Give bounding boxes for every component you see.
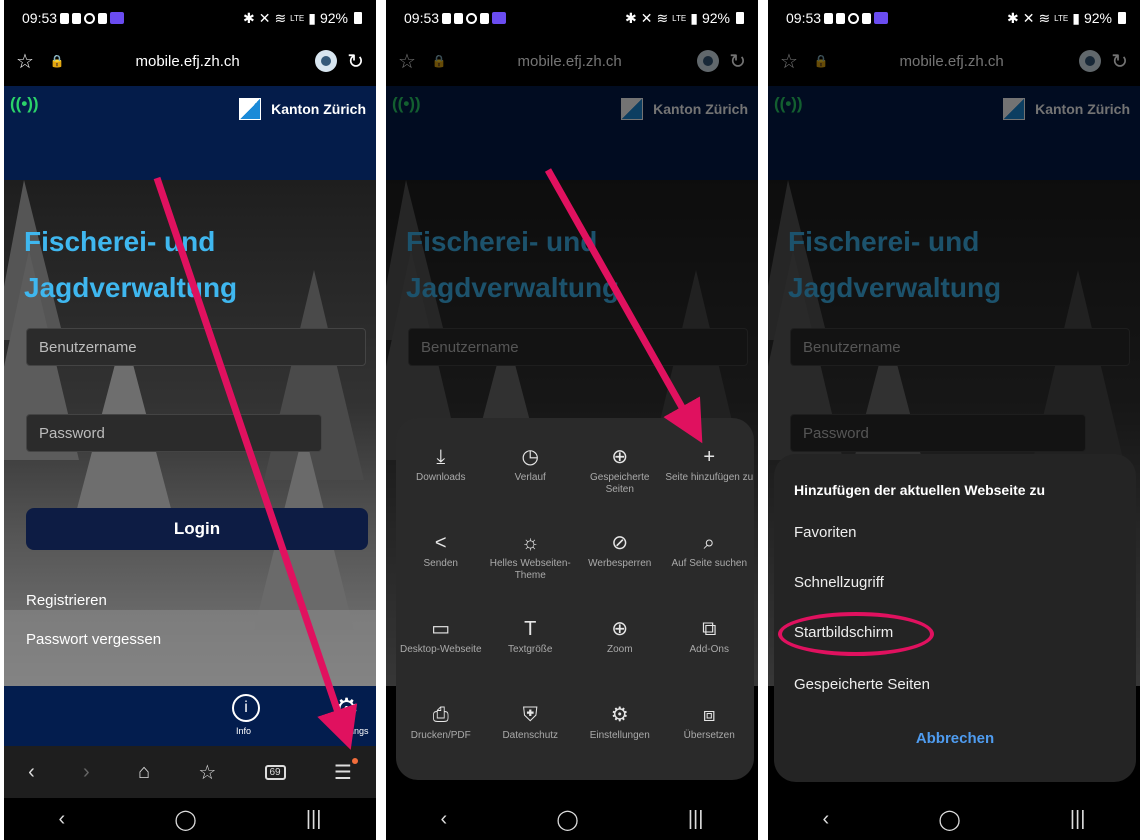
- notification-icon: [848, 12, 860, 24]
- highlight-ring-annotation: [778, 612, 934, 656]
- phone-screen-login: 09:53 ✱ ✕ ≋ LTE ▮ 92% ☆ 🔒 mobile.efj.zh.…: [4, 0, 376, 840]
- signal-label: LTE: [1054, 13, 1069, 23]
- gallery-icon: [874, 12, 889, 24]
- dialog-title: Hinzufügen der aktuellen Webseite zu: [794, 482, 1046, 498]
- phone-screen-add-dialog: 09:53 ✱ ✕ ≋ LTE ▮ 92% ☆ 🔒 mobile.efj.zh.…: [768, 0, 1140, 840]
- wifi-icon: ≋: [1038, 9, 1051, 26]
- cancel-button[interactable]: Abbrechen: [774, 730, 1136, 747]
- system-back-icon[interactable]: ‹: [823, 808, 830, 831]
- bluetooth-icon: ✱: [1006, 9, 1019, 26]
- status-bar: 09:53 ✱ ✕ ≋ LTE ▮ 92%: [768, 0, 1140, 36]
- notification-icon: [824, 12, 834, 24]
- option-quick-access[interactable]: Schnellzugriff: [794, 574, 884, 591]
- add-page-dialog: Hinzufügen der aktuellen Webseite zu Fav…: [774, 454, 1136, 782]
- mute-icon: ✕: [1022, 9, 1035, 26]
- annotation-arrow: [153, 176, 358, 750]
- signal-icon: ▮: [1072, 9, 1080, 26]
- notification-icon: [836, 12, 846, 24]
- system-recents-icon[interactable]: |||: [1070, 808, 1086, 831]
- notification-icon: [862, 12, 872, 24]
- screenshot-collage: 09:53 ✱ ✕ ≋ LTE ▮ 92% ☆ 🔒 mobile.efj.zh.…: [0, 0, 1144, 840]
- phone-screen-menu: 09:53 ✱ ✕ ≋ LTE ▮ 92% ☆ 🔒 mobile.efj.zh.…: [386, 0, 758, 840]
- clock: 09:53: [786, 10, 822, 26]
- system-home-icon[interactable]: ◯: [938, 807, 960, 832]
- option-favorites[interactable]: Favoriten: [794, 524, 857, 541]
- option-saved-pages[interactable]: Gespeicherte Seiten: [794, 676, 930, 693]
- battery-level: 92%: [1083, 10, 1112, 26]
- battery-icon: [1118, 12, 1126, 24]
- system-nav-bar: ‹ ◯ |||: [768, 798, 1140, 840]
- annotation-arrow: [544, 168, 703, 444]
